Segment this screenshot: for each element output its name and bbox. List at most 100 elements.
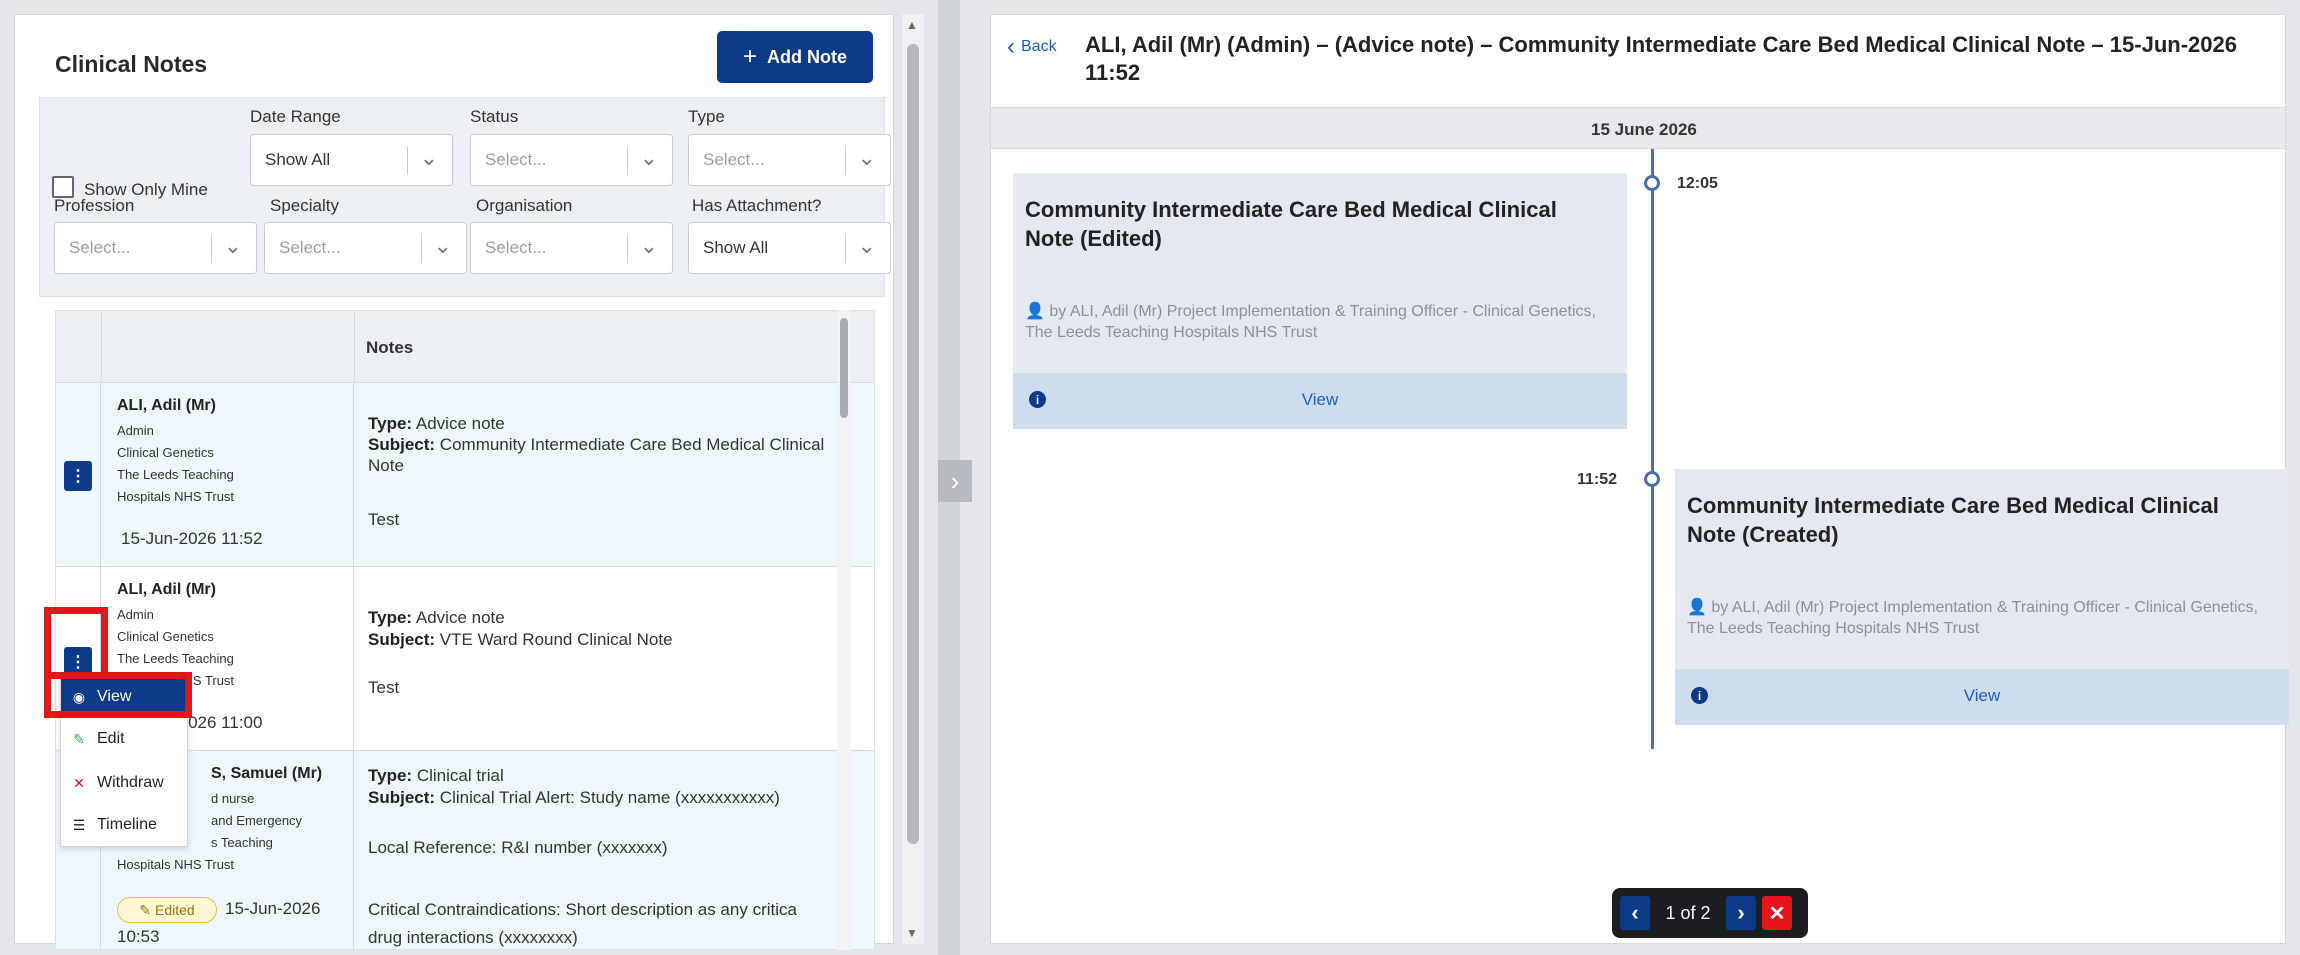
table-scroll-thumb[interactable] — [840, 318, 848, 418]
show-only-mine-checkbox[interactable] — [52, 176, 74, 198]
type-value: Clinical trial — [416, 766, 504, 785]
organisation-value: Select... — [485, 238, 547, 257]
subject-key: Subject: — [368, 435, 436, 454]
select-separator — [627, 147, 628, 175]
note-timestamp: 10:53 — [117, 927, 160, 946]
card-view-link[interactable]: View — [1013, 390, 1627, 410]
edited-badge-label: Edited — [155, 902, 195, 918]
panel-scroll-thumb[interactable] — [907, 44, 919, 844]
chevron-down-icon: ⌄ — [419, 145, 438, 170]
chevron-down-icon: ⌄ — [857, 233, 876, 258]
list-icon: ☰ — [72, 816, 86, 833]
author-specialty: Clinical Genetics — [117, 445, 214, 460]
status-select[interactable]: Select... ⌄ — [470, 134, 673, 186]
author-role: Admin — [117, 423, 154, 438]
add-note-label: Add Note — [767, 46, 847, 67]
card-author: 👤 by ALI, Adil (Mr) Project Implementati… — [1025, 301, 1605, 343]
back-link[interactable]: ‹ Back — [1007, 33, 1057, 61]
note-subject: Subject: Clinical Trial Alert: Study nam… — [368, 787, 848, 808]
card-title: Community Intermediate Care Bed Medical … — [1687, 493, 2219, 547]
scroll-up-icon[interactable]: ▲ — [906, 18, 918, 32]
chevron-right-icon[interactable]: › — [938, 460, 972, 502]
card-view-bar[interactable]: i View — [1013, 373, 1627, 429]
note-title: ALI, Adil (Mr) (Admin) – (Advice note) –… — [1085, 32, 2237, 85]
author-org: s Teaching — [211, 835, 273, 850]
select-separator — [211, 235, 212, 263]
menu-item-label: Timeline — [97, 816, 157, 833]
note-subject: Subject: Community Intermediate Care Bed… — [368, 434, 848, 476]
next-button[interactable]: › — [1726, 896, 1756, 930]
row-menu-button[interactable]: ⋮ — [64, 461, 92, 491]
note-type: Type: Advice note — [368, 413, 848, 434]
status-value: Select... — [485, 150, 547, 169]
note-body: drug interactions (xxxxxxxx) — [368, 928, 578, 947]
chevron-down-icon: ⌄ — [223, 233, 242, 258]
profession-select[interactable]: Select... ⌄ — [54, 222, 257, 274]
card-author: 👤 by ALI, Adil (Mr) Project Implementati… — [1687, 597, 2267, 639]
note-timestamp: 15-Jun-2026 11:52 — [121, 529, 263, 548]
card-view-bar[interactable]: i View — [1675, 669, 2289, 725]
date-range-select[interactable]: Show All ⌄ — [250, 134, 453, 186]
type-key: Type: — [368, 608, 413, 627]
table-row[interactable]: ⋮ ALI, Adil (Mr) Admin Clinical Genetics… — [56, 383, 874, 567]
user-icon: 👤 — [1687, 599, 1707, 616]
note-type: Type: Advice note — [368, 607, 848, 628]
organisation-label: Organisation — [476, 196, 573, 215]
author-org: Hospitals NHS Trust — [117, 489, 235, 504]
author-org: The Leeds Teaching — [117, 651, 234, 666]
has-attachment-select[interactable]: Show All ⌄ — [688, 222, 891, 274]
chevron-down-icon: ⌄ — [857, 145, 876, 170]
type-key: Type: — [368, 414, 413, 433]
user-icon: 👤 — [1025, 303, 1045, 320]
author-org: Hospitals NHS Trust — [117, 857, 235, 872]
note-timestamp: 15-Jun-2026 — [225, 899, 321, 918]
type-label: Type — [688, 107, 725, 126]
select-separator — [627, 235, 628, 263]
table-scrollbar[interactable] — [837, 310, 851, 950]
subject-key: Subject: — [368, 788, 436, 807]
specialty-label: Specialty — [270, 196, 339, 215]
edit-icon: ✎ — [73, 730, 85, 747]
notes-cell: Type: Clinical trial Subject: Clinical T… — [354, 751, 874, 949]
author-name: ALI, Adil (Mr) — [117, 397, 216, 414]
type-value: Advice note — [415, 414, 505, 433]
specialty-select[interactable]: Select... ⌄ — [264, 222, 467, 274]
menu-item-withdraw[interactable]: ✕ Withdraw — [61, 762, 187, 804]
subject-value: VTE Ward Round Clinical Note — [439, 630, 673, 649]
card-view-link[interactable]: View — [1675, 686, 2289, 706]
close-button[interactable]: ✕ — [1762, 896, 1792, 930]
note-body: Critical Contraindications: Short descri… — [368, 900, 797, 919]
pager: ‹ 1 of 2 › ✕ — [1612, 888, 1808, 938]
filters-area: Show Only Mine Date Range Show All ⌄ Sta… — [39, 97, 891, 297]
panel-scrollbar[interactable]: ▲ ▼ — [902, 14, 924, 944]
author-name: S, Samuel (Mr) — [211, 765, 323, 782]
select-separator — [845, 147, 846, 175]
timeline-dot — [1644, 175, 1660, 191]
has-attachment-value: Show All — [703, 238, 769, 257]
scroll-down-icon[interactable]: ▼ — [906, 926, 918, 940]
notes-table: Notes ⋮ ALI, Adil (Mr) Admin Clinical Ge… — [55, 310, 875, 950]
notes-cell: Type: Advice note Subject: VTE Ward Roun… — [354, 567, 874, 750]
type-select[interactable]: Select... ⌄ — [688, 134, 891, 186]
plus-icon: + — [742, 43, 757, 70]
chevron-down-icon: ⌄ — [433, 233, 452, 258]
panel-title: Clinical Notes — [55, 51, 208, 77]
profession-label: Profession — [54, 196, 135, 215]
add-note-button[interactable]: + Add Note — [717, 31, 873, 83]
note-body: Local Reference: R&I number (xxxxxxx) — [368, 838, 668, 857]
timeline-time: 12:05 — [1677, 175, 1718, 192]
timeline-time: 11:52 — [1577, 471, 1618, 488]
menu-item-edit[interactable]: ✎ Edit — [61, 718, 187, 760]
author-role: d nurse — [211, 791, 255, 806]
type-value: Advice note — [415, 608, 505, 627]
menu-item-timeline[interactable]: ☰ Timeline — [61, 804, 187, 846]
table-header: Notes — [56, 311, 874, 383]
timeline-line — [1651, 149, 1654, 749]
note-body: Test — [368, 678, 400, 697]
timeline-panel: ‹ Back ALI, Adil (Mr) (Admin) – (Advice … — [990, 14, 2289, 944]
note-body: Test — [368, 510, 400, 529]
date-range-value: Show All — [265, 150, 331, 169]
specialty-value: Select... — [279, 238, 341, 257]
previous-button[interactable]: ‹ — [1620, 896, 1650, 930]
organisation-select[interactable]: Select... ⌄ — [470, 222, 673, 274]
